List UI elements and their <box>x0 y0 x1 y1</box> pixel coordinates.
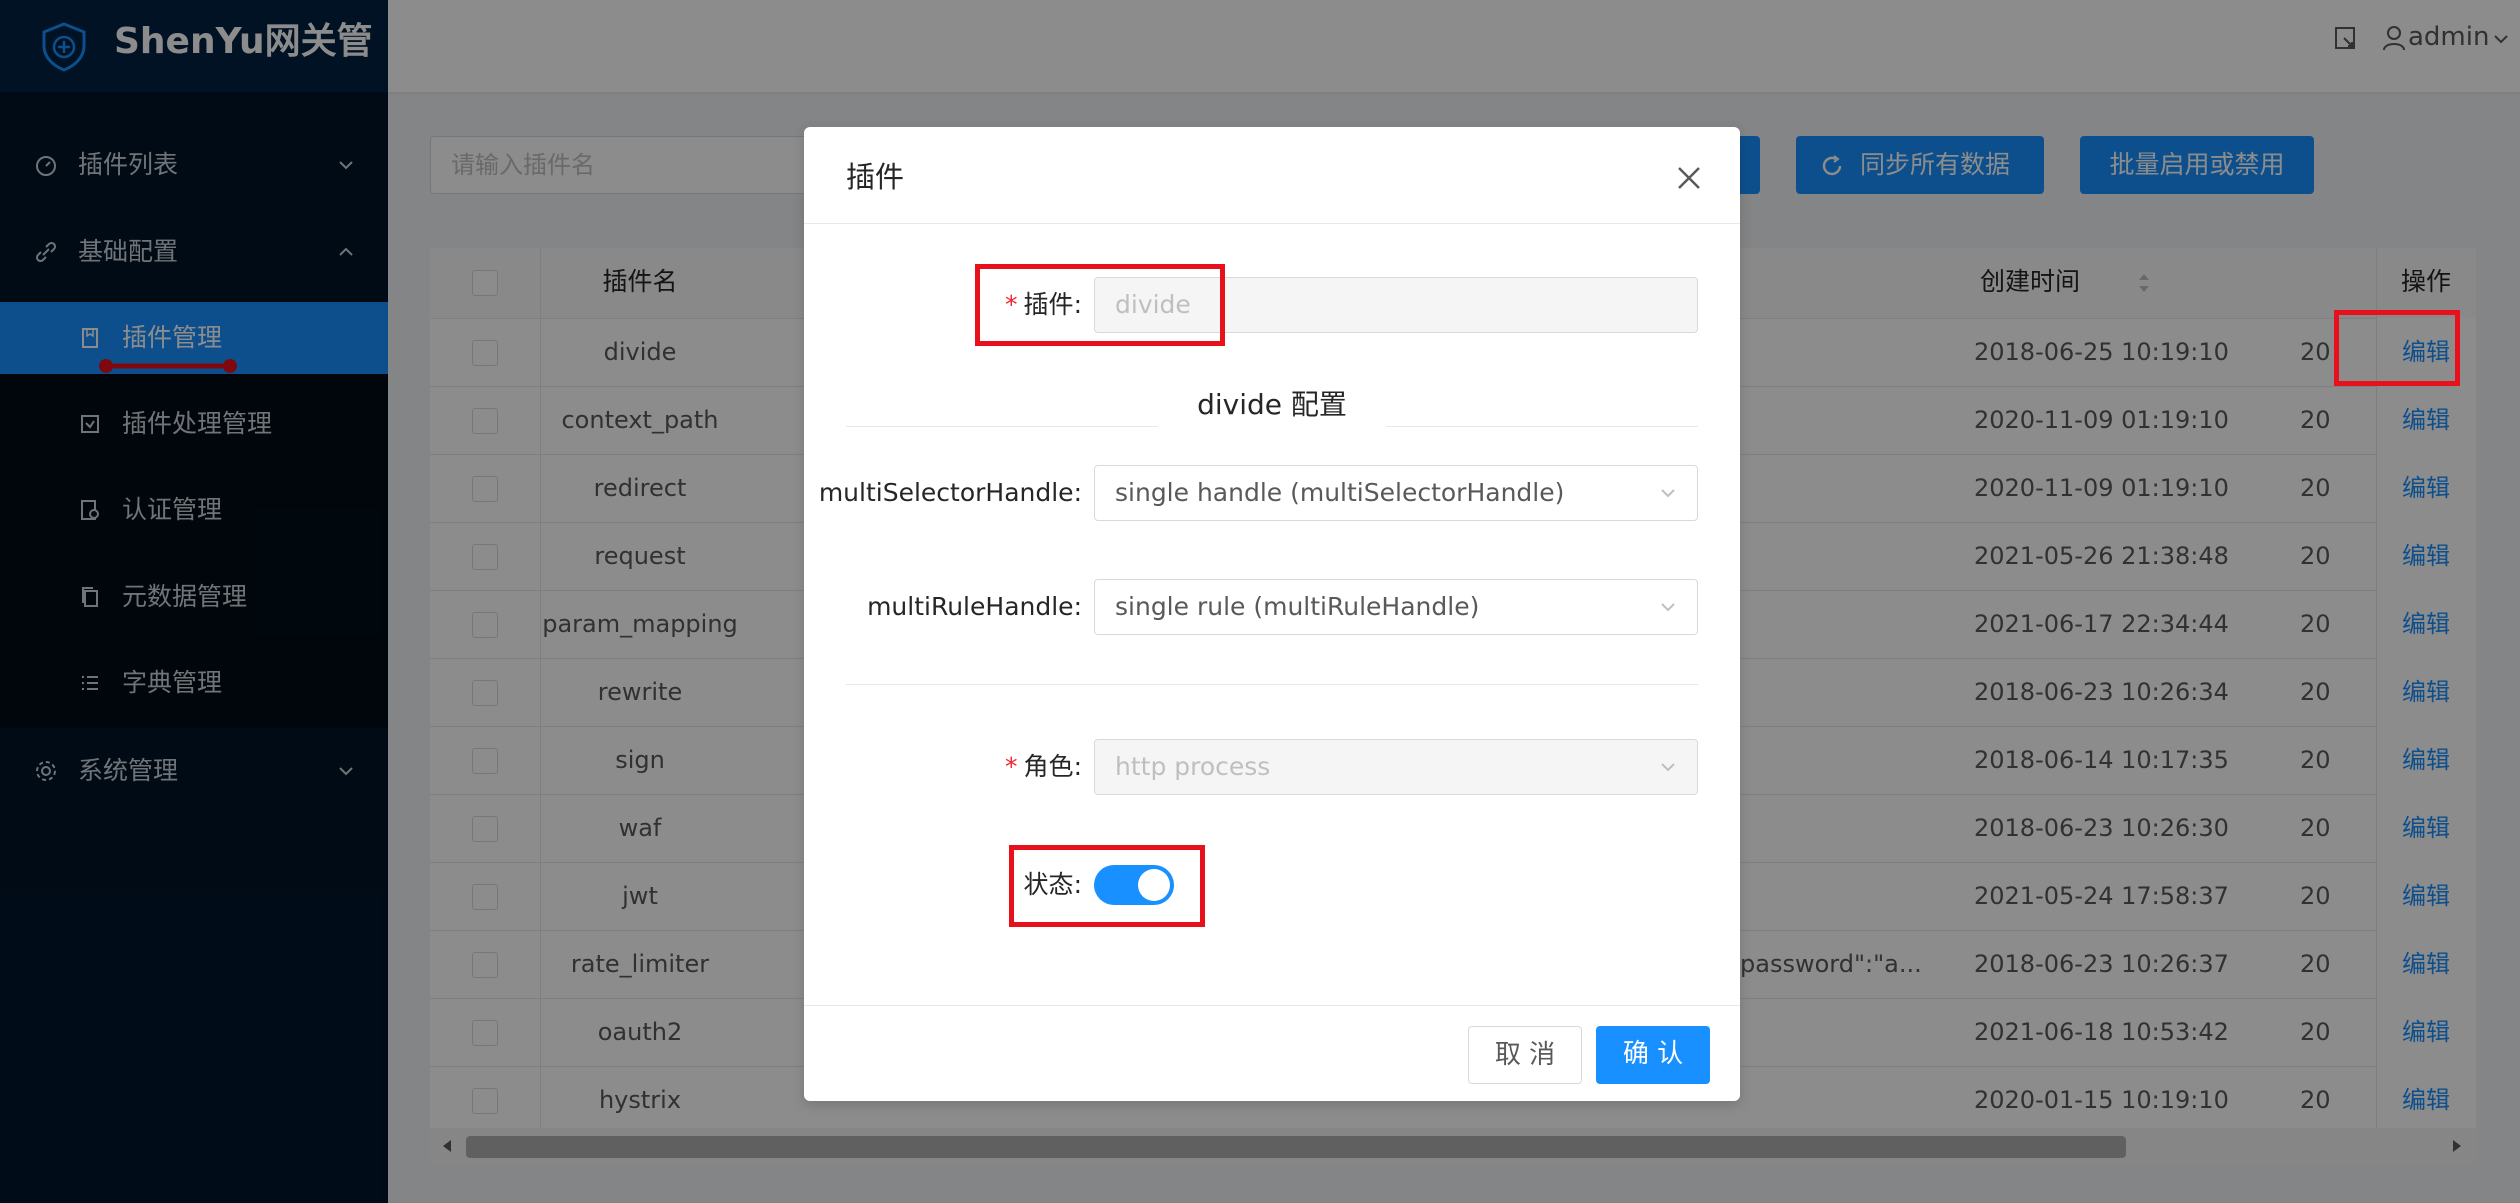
config-section-title: divide 配置 <box>1197 388 1347 421</box>
close-icon[interactable] <box>1674 163 1704 193</box>
config-divider-right <box>1386 426 1698 427</box>
chevron-down-icon <box>1661 489 1675 498</box>
confirm-button[interactable]: 确 认 <box>1596 1026 1710 1084</box>
modal-header-divider <box>804 223 1740 224</box>
multi-rule-label: multiRuleHandle: <box>867 592 1082 621</box>
multi-selector-value: single handle (multiSelectorHandle) <box>1115 478 1565 507</box>
annotation-box-edit <box>2334 310 2460 386</box>
annotation-box-status <box>1009 845 1205 927</box>
role-field-label: * 角色: <box>1005 752 1082 781</box>
plugin-modal: 插件 * 插件: divide divide 配置 multiSelectorHa… <box>804 127 1740 1101</box>
modal-footer-divider <box>804 1005 1740 1006</box>
cancel-button[interactable]: 取 消 <box>1468 1026 1582 1084</box>
role-select: http process <box>1094 739 1698 795</box>
role-value: http process <box>1115 752 1271 781</box>
chevron-down-icon <box>1661 603 1675 612</box>
chevron-down-icon <box>1661 763 1675 772</box>
multi-rule-select[interactable]: single rule (multiRuleHandle) <box>1094 579 1698 635</box>
modal-title: 插件 <box>846 160 905 194</box>
multi-selector-label: multiSelectorHandle: <box>818 478 1082 507</box>
form-divider <box>846 684 1698 685</box>
multi-rule-value: single rule (multiRuleHandle) <box>1115 592 1480 621</box>
multi-selector-select[interactable]: single handle (multiSelectorHandle) <box>1094 465 1698 521</box>
annotation-box-plugin <box>975 264 1225 346</box>
